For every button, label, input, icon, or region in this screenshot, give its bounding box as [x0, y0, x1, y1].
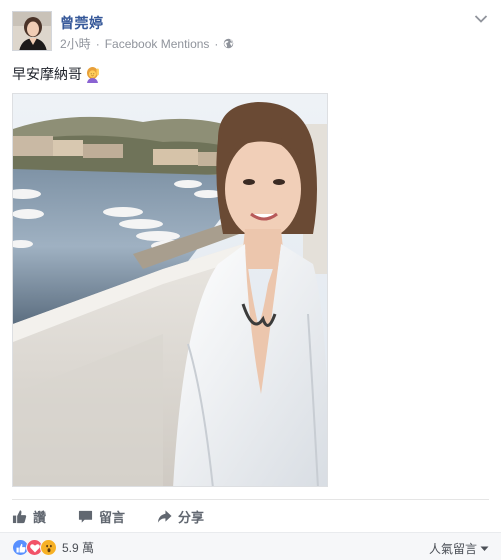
person-raising-hand-emoji-icon [84, 66, 101, 83]
chevron-down-icon[interactable] [474, 14, 488, 24]
meta-separator: · [95, 36, 100, 51]
action-divider [12, 499, 489, 500]
meta-separator-2: · [214, 36, 219, 51]
author-avatar[interactable] [12, 11, 52, 51]
post-meta: 2小時 · Facebook Mentions · [60, 35, 234, 52]
comment-sort-dropdown[interactable]: 人氣留言 [429, 540, 489, 557]
comment-label: 留言 [99, 509, 126, 525]
post-source-link[interactable]: Facebook Mentions [105, 37, 210, 51]
share-button[interactable]: 分享 [157, 507, 204, 526]
share-arrow-icon [157, 509, 172, 523]
post-action-bar: 讚 留言 分享 [12, 503, 236, 529]
sort-label: 人氣留言 [428, 542, 477, 556]
reactions-footer: 5.9 萬 人氣留言 [0, 532, 501, 560]
share-label: 分享 [178, 509, 205, 525]
post-timestamp[interactable]: 2小時 [60, 35, 91, 52]
wow-reaction-icon [40, 539, 57, 556]
post-text: 早安摩納哥 [12, 66, 82, 82]
facebook-post-card: 曾莞婷 2小時 · Facebook Mentions · 早安摩納哥 讚 留言… [0, 0, 501, 560]
comment-button[interactable]: 留言 [78, 507, 125, 526]
like-label: 讚 [33, 509, 47, 525]
like-button[interactable]: 讚 [12, 507, 46, 526]
post-photo[interactable] [12, 93, 328, 487]
thumbs-up-icon [12, 509, 27, 523]
author-name[interactable]: 曾莞婷 [60, 13, 104, 33]
post-message: 早安摩納哥 [12, 64, 101, 84]
reaction-summary[interactable]: 5.9 萬 [12, 539, 94, 556]
speech-bubble-icon [78, 510, 93, 523]
reaction-count[interactable]: 5.9 萬 [62, 539, 94, 556]
caret-down-icon [480, 546, 489, 551]
globe-icon[interactable] [223, 38, 234, 49]
